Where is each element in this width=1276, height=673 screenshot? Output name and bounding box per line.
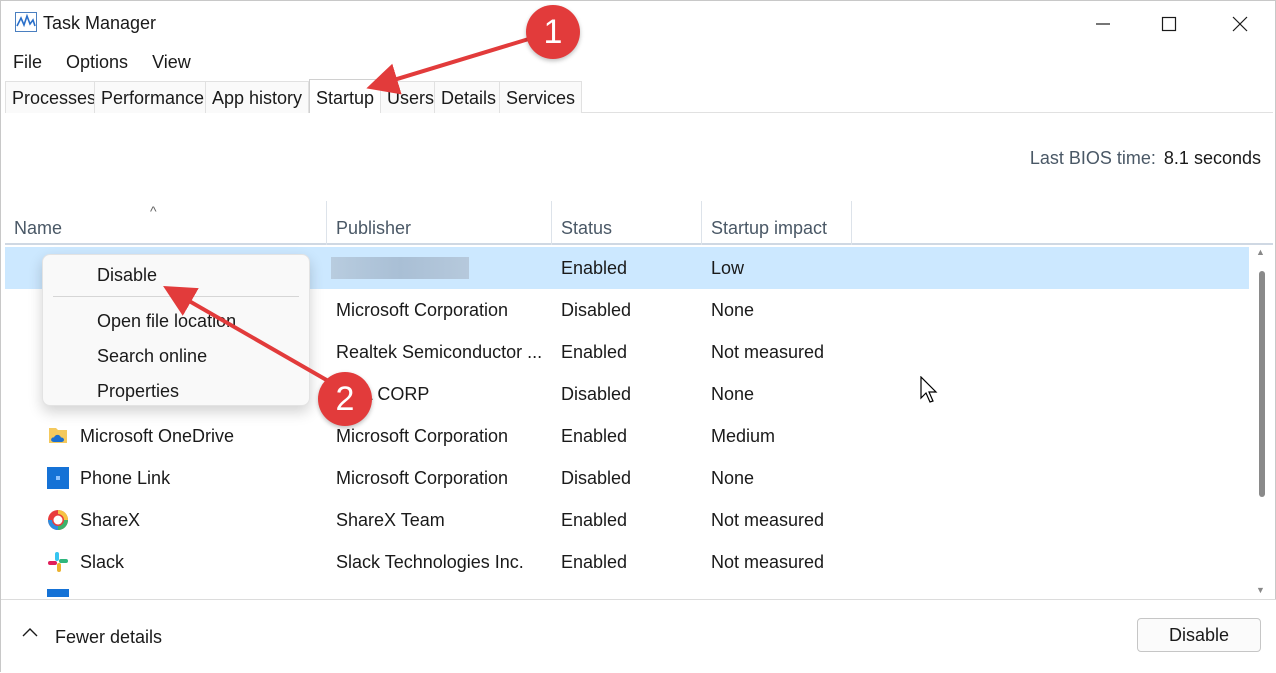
row-name: Microsoft OneDrive [80, 426, 235, 446]
onedrive-icon [49, 428, 67, 443]
partial-row-icon [47, 589, 69, 597]
row-name: Phone Link [80, 468, 171, 488]
context-menu-separator [53, 296, 299, 297]
row-publisher: Microsoft Corporation [336, 300, 509, 320]
row-status: Disabled [561, 300, 632, 320]
tab-services[interactable]: Services [499, 81, 583, 113]
scroll-down-icon[interactable]: ▼ [1256, 585, 1265, 595]
row-impact: Low [711, 258, 745, 278]
tab-performance[interactable]: Performance [94, 81, 212, 113]
tab-app-history[interactable]: App history [205, 81, 310, 113]
row-impact: Not measured [711, 510, 825, 530]
row-status: Enabled [561, 342, 628, 362]
row-status: Disabled [561, 468, 632, 488]
slack-icon [48, 552, 68, 572]
table-row[interactable]: Slack Slack Technologies Inc. Enabled No… [5, 541, 1249, 583]
context-menu-open-file-location[interactable]: Open file location [97, 311, 236, 332]
row-status: Enabled [561, 552, 628, 572]
context-menu-search-online[interactable]: Search online [97, 346, 207, 367]
context-menu-disable[interactable]: Disable [97, 265, 157, 286]
scroll-up-icon[interactable]: ▲ [1256, 247, 1265, 257]
window-title: Task Manager [43, 13, 157, 33]
sharex-icon [48, 510, 68, 530]
minimize-button[interactable] [1068, 1, 1138, 47]
row-publisher: Microsoft Corporation [336, 426, 509, 446]
bios-time-label: Last BIOS time: [1029, 148, 1156, 168]
bios-time-value: 8.1 seconds [1163, 148, 1261, 168]
tab-processes[interactable]: Processes [5, 81, 104, 113]
column-header-startup-impact[interactable]: Startup impact [702, 201, 852, 245]
context-menu: Disable Open file location Search online… [42, 254, 310, 406]
row-status: Enabled [561, 258, 628, 278]
tab-details[interactable]: Details [434, 81, 504, 113]
table-row[interactable]: Phone Link Microsoft Corporation Disable… [5, 457, 1249, 499]
scroll-thumb[interactable] [1259, 271, 1265, 497]
row-name: Slack [80, 552, 125, 572]
fewer-details-link[interactable]: Fewer details [55, 627, 162, 648]
tab-bar: Processes Performance App history Startu… [5, 79, 1273, 113]
annotation-badge-1: 1 [526, 5, 580, 59]
phone-link-icon [47, 467, 69, 489]
menu-view[interactable]: View [140, 49, 203, 75]
vertical-scrollbar[interactable]: ▲ ▼ [1255, 245, 1267, 597]
row-status: Enabled [561, 510, 628, 530]
column-name-label: Name [14, 218, 63, 238]
task-manager-icon [15, 12, 37, 32]
maximize-button[interactable] [1134, 1, 1204, 47]
row-publisher: Slack Technologies Inc. [336, 552, 524, 572]
row-impact: Medium [711, 426, 776, 446]
row-status: Disabled [561, 384, 632, 404]
table-header: Name ^ Publisher Status Startup impact [5, 201, 1273, 245]
table-row[interactable]: ShareX ShareX Team Enabled Not measured [5, 499, 1249, 541]
chevron-up-icon[interactable] [21, 626, 39, 638]
column-header-status[interactable]: Status [552, 201, 702, 245]
sort-ascending-icon: ^ [150, 203, 157, 219]
row-publisher: Realtek Semiconductor ... [336, 342, 543, 362]
row-publisher: Microsoft Corporation [336, 468, 509, 488]
menu-file[interactable]: File [1, 49, 54, 75]
close-icon [1232, 16, 1248, 32]
table-row-partial[interactable] [5, 583, 1249, 597]
context-menu-properties[interactable]: Properties [97, 381, 179, 402]
close-button[interactable] [1205, 1, 1275, 47]
row-publisher: EL CORP [351, 384, 430, 404]
row-impact: Not measured [711, 552, 825, 572]
tab-startup[interactable]: Startup [309, 79, 382, 113]
column-header-publisher[interactable]: Publisher [327, 201, 552, 245]
disable-button[interactable]: Disable [1137, 618, 1261, 652]
minimize-icon [1096, 23, 1110, 25]
blurred-publisher [331, 257, 469, 279]
row-impact: None [711, 468, 755, 488]
footer-bar: Fewer details Disable [1, 599, 1276, 673]
menu-bar: File Options View [1, 49, 203, 75]
row-name: ShareX [80, 510, 141, 530]
column-header-name[interactable]: Name ^ [5, 201, 327, 245]
row-publisher: ShareX Team [336, 510, 445, 530]
row-status: Enabled [561, 426, 628, 446]
row-impact: None [711, 384, 755, 404]
menu-options[interactable]: Options [54, 49, 140, 75]
row-impact: None [711, 300, 755, 320]
maximize-icon [1161, 16, 1177, 32]
bios-time: Last BIOS time: 8.1 seconds [1030, 148, 1261, 169]
title-bar: Task Manager [1, 1, 1276, 47]
mouse-cursor-icon [920, 376, 938, 403]
table-row[interactable]: Microsoft OneDrive Microsoft Corporation… [5, 415, 1249, 457]
row-impact: Not measured [711, 342, 825, 362]
tab-users[interactable]: Users [380, 81, 442, 113]
annotation-badge-2: 2 [318, 372, 372, 426]
